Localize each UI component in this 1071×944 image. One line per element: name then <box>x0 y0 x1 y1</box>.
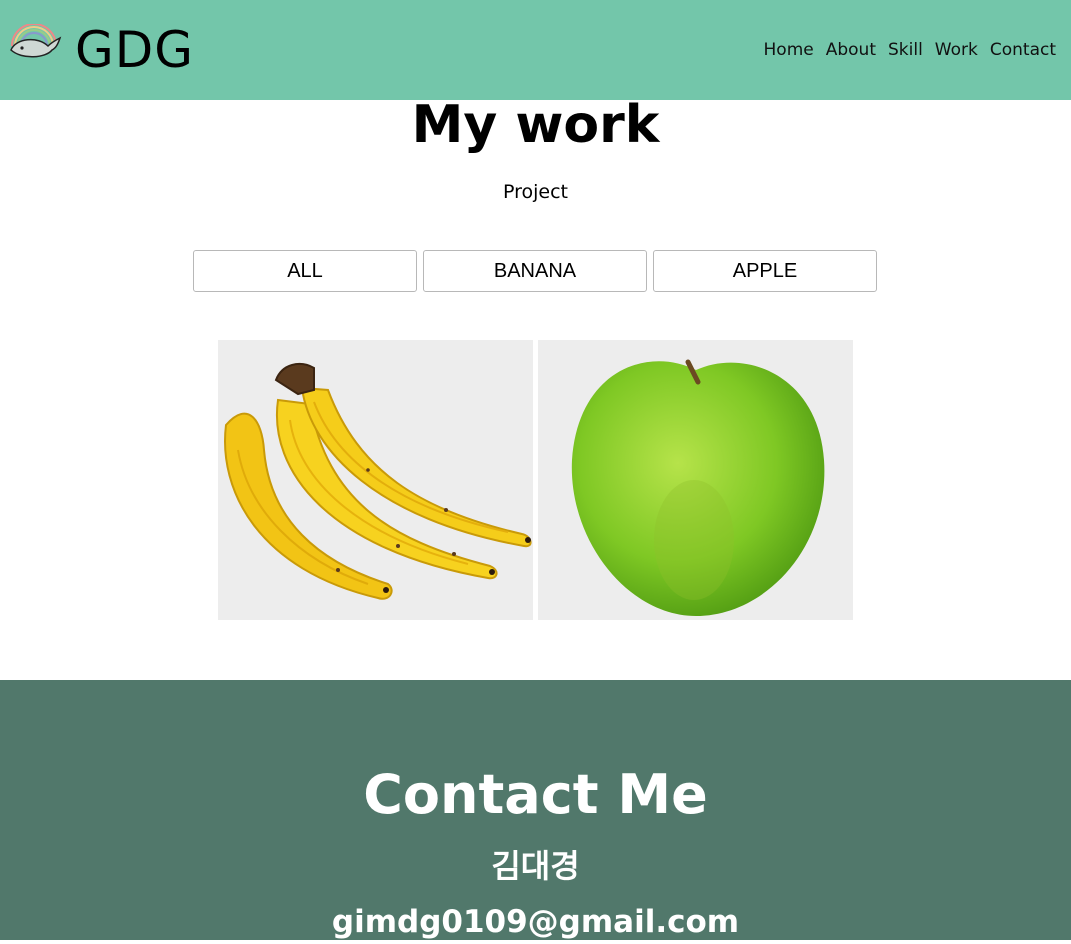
site-header: GDG Home About Skill Work Contact <box>0 0 1071 100</box>
main-nav: Home About Skill Work Contact <box>764 38 1056 62</box>
whale-logo-icon[interactable] <box>8 23 62 64</box>
banana-image <box>224 363 532 600</box>
logo-text[interactable]: GDG <box>75 18 194 82</box>
nav-contact[interactable]: Contact <box>990 38 1056 62</box>
contact-name: 김대경 <box>491 847 580 885</box>
filter-buttons: ALL BANANA APPLE <box>193 250 877 292</box>
filter-apple-button[interactable]: APPLE <box>653 250 877 292</box>
nav-home[interactable]: Home <box>764 38 814 62</box>
nav-about[interactable]: About <box>826 38 876 62</box>
contact-email[interactable]: gimdg0109@gmail.com <box>0 900 1071 944</box>
project-banana[interactable] <box>218 340 533 620</box>
work-title: My work <box>411 95 660 155</box>
green-apple-image <box>571 359 825 616</box>
nav-skill[interactable]: Skill <box>888 38 923 62</box>
filter-all-button[interactable]: ALL <box>193 250 417 292</box>
project-gallery <box>218 340 853 620</box>
nav-work[interactable]: Work <box>935 38 978 62</box>
contact-section: Contact Me 김대경 gimdg0109@gmail.com <box>0 680 1071 940</box>
project-apple[interactable] <box>538 340 853 620</box>
work-subtitle: Project <box>502 181 568 203</box>
filter-banana-button[interactable]: BANANA <box>423 250 647 292</box>
contact-title: Contact Me <box>363 763 708 826</box>
